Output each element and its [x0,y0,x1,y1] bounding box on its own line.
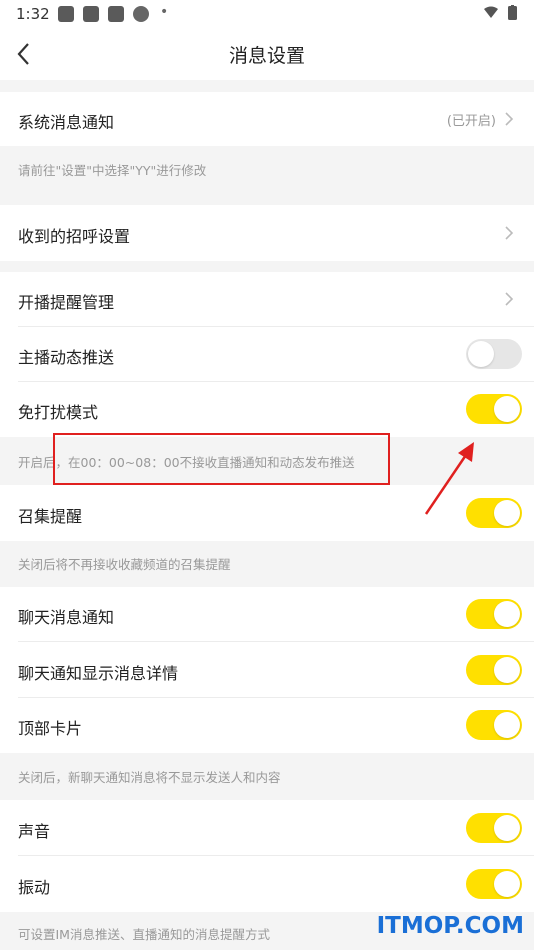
page-title: 消息设置 [228,45,305,67]
watermark: ITMOP.COM [376,913,524,939]
row-label: 收到的招呼设置 [18,227,131,246]
chat-detail-row: 聊天通知显示消息详情 [0,642,534,698]
sound-toggle[interactable] [466,813,522,843]
notification-icon [83,6,99,22]
gather-note: 关闭后将不再接收收藏频道的召集提醒 [18,557,231,572]
row-label: 召集提醒 [18,507,83,526]
system-note: 请前往"设置"中选择"YY"进行修改 [18,163,207,178]
live-remind-row[interactable]: 开播提醒管理 [0,272,534,327]
row-label: 聊天通知显示消息详情 [18,664,179,683]
toggle-knob [494,712,520,738]
chat-notify-row: 聊天消息通知 [0,587,534,642]
status-bar: 1:32 • [0,0,534,28]
chevron-right-icon [504,111,514,127]
dnd-toggle[interactable] [466,394,522,424]
chat-notify-toggle[interactable] [466,599,522,629]
chat-detail-toggle[interactable] [466,655,522,685]
toggle-knob [494,500,520,526]
row-label: 系统消息通知 [18,113,115,132]
row-label: 主播动态推送 [18,348,115,367]
anchor-push-toggle[interactable] [466,339,522,369]
top-card-row: 顶部卡片 [0,698,534,753]
annotation-highlight-box [53,433,390,485]
vibrate-row: 振动 [0,856,534,912]
row-label: 顶部卡片 [18,719,83,738]
status-value: (已开启) [446,114,496,129]
nav-bar: 消息设置 [0,28,534,80]
toggle-knob [494,396,520,422]
chat-note: 关闭后，新聊天通知消息将不显示发送人和内容 [18,770,281,785]
annotation-arrow-icon [420,438,480,520]
sound-row: 声音 [0,800,534,856]
notification-icon [58,6,74,22]
toggle-knob [494,871,520,897]
greeting-settings-row[interactable]: 收到的招呼设置 [0,205,534,261]
system-notify-row[interactable]: 系统消息通知 (已开启) [0,92,534,146]
row-label: 免打扰模式 [18,403,99,422]
app-icon [133,6,149,22]
top-card-toggle[interactable] [466,710,522,740]
chevron-right-icon [504,291,514,307]
vibrate-toggle[interactable] [466,869,522,899]
signal-battery-icon [482,5,520,25]
sound-note: 可设置IM消息推送、直播通知的消息提醒方式 [18,927,270,942]
toggle-knob [468,341,494,367]
status-time: 1:32 [16,5,50,23]
more-notifications-dot: • [160,4,169,20]
chevron-right-icon [504,225,514,241]
row-label: 振动 [18,878,51,897]
toggle-knob [494,815,520,841]
notification-icon [108,6,124,22]
toggle-knob [494,657,520,683]
dnd-row: 免打扰模式 [0,382,534,437]
row-label: 声音 [18,822,51,841]
row-label: 聊天消息通知 [18,608,115,627]
row-label: 开播提醒管理 [18,293,115,312]
toggle-knob [494,601,520,627]
anchor-push-row: 主播动态推送 [0,327,534,382]
